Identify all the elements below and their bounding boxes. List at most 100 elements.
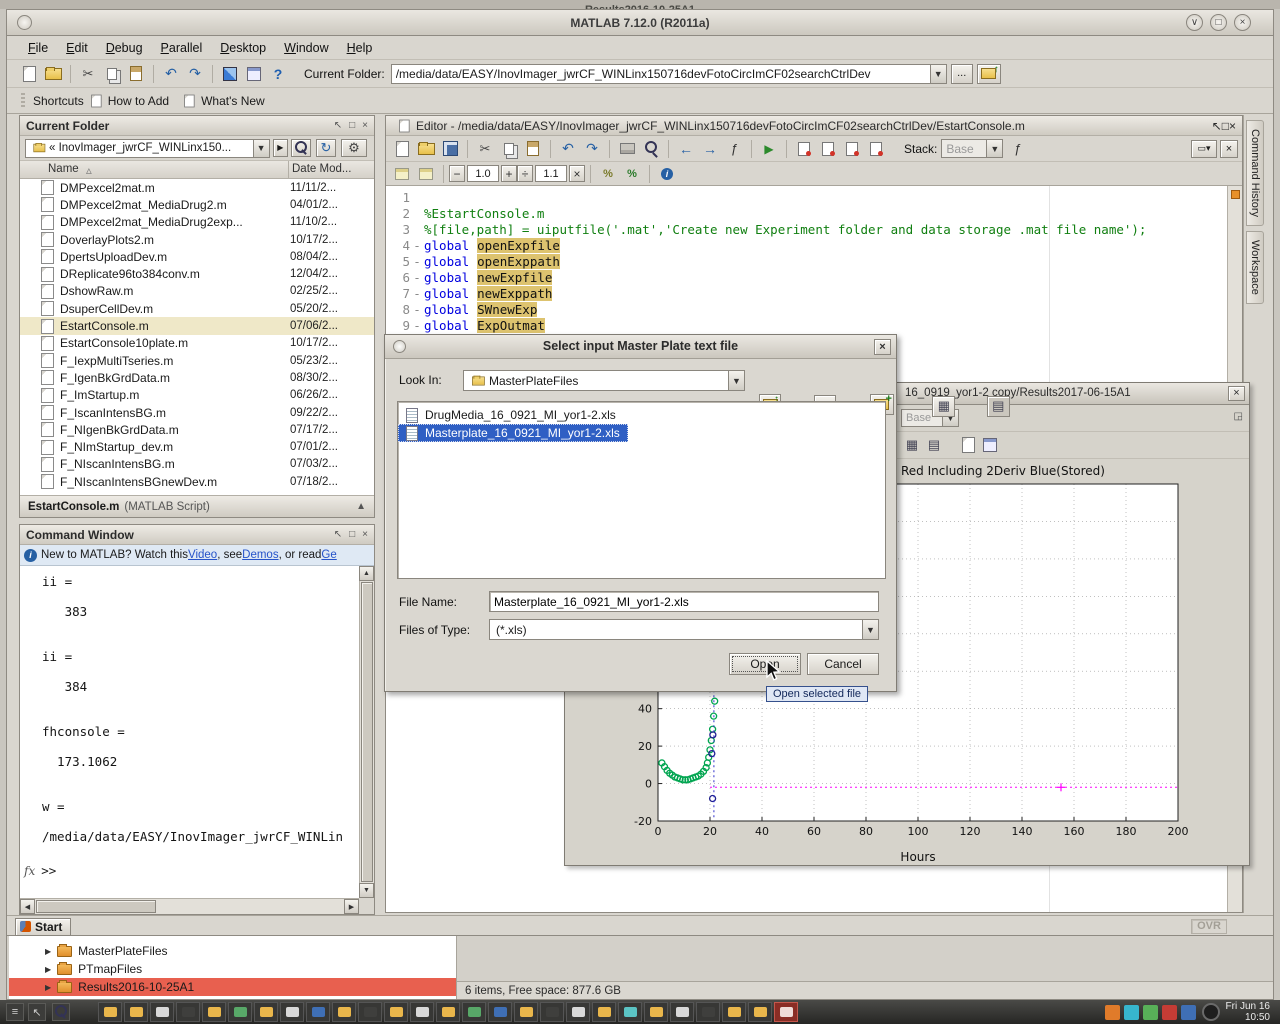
taskbar-window-button[interactable] <box>618 1002 642 1022</box>
dialog-file-masterplate[interactable]: Masterplate_16_0921_MI_yor1-2.xls <box>398 424 628 442</box>
file-row-dpertsuploaddev[interactable]: DpertsUploadDev.m 08/04/2... <box>20 248 374 265</box>
close-icon[interactable]: × <box>1229 119 1236 133</box>
taskbar-window-button[interactable] <box>540 1002 564 1022</box>
menu-debug[interactable]: Debug <box>97 38 152 58</box>
menu-edit[interactable]: Edit <box>57 38 97 58</box>
taskbar-window-button[interactable] <box>384 1002 408 1022</box>
cell-divider-icon[interactable] <box>416 164 436 184</box>
find-icon[interactable] <box>641 139 661 159</box>
chevron-down-icon[interactable]: ▼ <box>862 620 878 639</box>
dock-icon[interactable]: ◲ <box>1234 411 1243 422</box>
collapse-details-icon[interactable]: ▲ <box>356 501 366 512</box>
copy-icon[interactable] <box>499 139 519 159</box>
tray-icon-2[interactable] <box>1124 1005 1139 1020</box>
step-icon[interactable] <box>818 139 838 159</box>
multiply-icon[interactable]: × <box>569 165 585 182</box>
menu-parallel[interactable]: Parallel <box>152 38 212 58</box>
dialog-menu-icon[interactable] <box>393 340 406 353</box>
copy-icon[interactable] <box>102 64 122 84</box>
search-icon[interactable] <box>291 139 311 157</box>
tray-icon-5[interactable] <box>1181 1005 1196 1020</box>
undock-icon[interactable]: ↖ <box>334 529 342 540</box>
new-script-icon[interactable] <box>19 64 39 84</box>
shade-window-icon[interactable]: ∨ <box>1186 14 1203 31</box>
file-row-doverlayplots2[interactable]: DoverlayPlots2.m 10/17/2... <box>20 231 374 248</box>
save-icon[interactable] <box>440 139 460 159</box>
editor-titlebar[interactable]: Editor - /media/data/EASY/InovImager_jwr… <box>386 116 1242 136</box>
scroll-right-icon[interactable]: ▶ <box>344 899 359 914</box>
taskbar-window-button[interactable] <box>358 1002 382 1022</box>
dialog-file-list[interactable]: DrugMedia_16_0921_MI_yor1-2.xls Masterpl… <box>397 401 886 579</box>
doc-icon[interactable] <box>959 436 977 454</box>
redo-icon[interactable] <box>185 64 205 84</box>
taskbar-window-button[interactable] <box>306 1002 330 1022</box>
command-window-vscrollbar[interactable]: ▲ ▼ <box>359 566 374 898</box>
scrollbar-thumb[interactable] <box>36 900 156 913</box>
file-row-f-imstartup[interactable]: F_ImStartup.m 06/26/2... <box>20 387 374 404</box>
pointer-icon[interactable]: ↖ <box>28 1003 46 1021</box>
file-list-header[interactable]: Name ▵ Date Mod... <box>20 161 374 179</box>
redo-icon[interactable] <box>582 139 602 159</box>
expander-icon[interactable]: ▶ <box>45 947 51 956</box>
actions-gear-icon[interactable] <box>341 139 367 157</box>
grid-view-icon[interactable] <box>932 396 955 417</box>
taskbar-window-button[interactable] <box>566 1002 590 1022</box>
stack-combo[interactable]: Base ▼ <box>941 139 1003 158</box>
taskbar-window-button[interactable] <box>280 1002 304 1022</box>
step-in-icon[interactable] <box>842 139 862 159</box>
column-date[interactable]: Date Mod... <box>292 163 351 175</box>
command-window-hscrollbar[interactable]: ◀ ▶ <box>20 898 359 914</box>
divide-icon[interactable]: ÷ <box>517 165 533 182</box>
taskbar-clock[interactable]: Fri Jun 16 10:50 <box>1226 1001 1270 1023</box>
system-monitor-icon[interactable] <box>1202 1003 1220 1021</box>
tray-icon-1[interactable] <box>1105 1005 1120 1020</box>
file-row-estartconsole10plate[interactable]: EstartConsole10plate.m 10/17/2... <box>20 335 374 352</box>
file-row-f-iscanintensbg[interactable]: F_IscanIntensBG.m 09/22/2... <box>20 404 374 421</box>
chevron-down-icon[interactable]: ▼ <box>930 65 946 83</box>
grid-icon[interactable] <box>925 436 943 454</box>
expander-icon[interactable]: ▶ <box>45 983 51 992</box>
chevron-down-icon[interactable]: ▼ <box>253 140 269 157</box>
file-row-f-igenbkgrddata[interactable]: F_IgenBkGrdData.m 08/30/2... <box>20 369 374 386</box>
taskbar-window-button[interactable] <box>202 1002 226 1022</box>
file-row-dmpexcel2mat-mediadrug2exp[interactable]: DMPexcel2mat_MediaDrug2exp... 11/10/2... <box>20 214 374 231</box>
taskbar-window-button[interactable] <box>254 1002 278 1022</box>
chevron-down-icon[interactable]: ▼ <box>728 371 744 390</box>
shortcut-how-to-add[interactable]: How to Add <box>108 94 169 108</box>
taskbar-window-button[interactable] <box>462 1002 486 1022</box>
file-name-input[interactable] <box>489 591 879 612</box>
getting-started-link[interactable]: Ge <box>321 549 336 561</box>
taskbar-window-button-active[interactable] <box>774 1002 798 1022</box>
taskbar-window-button[interactable] <box>696 1002 720 1022</box>
close-editor-icon[interactable]: × <box>1220 140 1238 158</box>
taskbar-window-button[interactable] <box>436 1002 460 1022</box>
dialog-file-drugmedia[interactable]: DrugMedia_16_0921_MI_yor1-2.xls <box>398 406 885 424</box>
taskbar-window-button[interactable] <box>722 1002 746 1022</box>
breakpoint-icon[interactable] <box>794 139 814 159</box>
taskbar-window-button[interactable] <box>488 1002 512 1022</box>
tray-icon-3[interactable] <box>1143 1005 1158 1020</box>
up-one-folder-icon[interactable] <box>977 64 1001 84</box>
taskbar-window-button[interactable] <box>410 1002 434 1022</box>
file-row-f-nigenbkgrddata[interactable]: F_NIgenBkGrdData.m 07/17/2... <box>20 421 374 438</box>
taskbar-window-button[interactable] <box>332 1002 356 1022</box>
open-file-icon[interactable] <box>43 64 63 84</box>
file-row-estartconsole[interactable]: EstartConsole.m 07/06/2... <box>20 317 374 334</box>
undock-icon[interactable]: ↖ <box>1212 119 1222 133</box>
taskbar-window-button[interactable] <box>98 1002 122 1022</box>
cell-value-right[interactable]: 1.1 <box>535 165 567 182</box>
tray-icon-4[interactable] <box>1162 1005 1177 1020</box>
insert-cell-icon[interactable] <box>392 164 412 184</box>
paste-icon[interactable] <box>523 139 543 159</box>
maximize-icon[interactable]: □ <box>349 529 355 540</box>
expand-path-icon[interactable]: ▶ <box>273 139 288 157</box>
menu-help[interactable]: Help <box>338 38 382 58</box>
tab-command-history[interactable]: Command History <box>1246 120 1264 226</box>
table-icon[interactable] <box>903 436 921 454</box>
forward-icon[interactable] <box>700 139 720 159</box>
file-row-dreplicate96to384conv[interactable]: DReplicate96to384conv.m 12/04/2... <box>20 265 374 282</box>
command-output[interactable]: ii = 383 ii = 384 fhconsole = 173.1062 w… <box>20 566 359 898</box>
file-row-dmpexcel2mat[interactable]: DMPexcel2mat.m 11/11/2... <box>20 179 374 196</box>
taskbar-window-button[interactable] <box>150 1002 174 1022</box>
scroll-up-icon[interactable]: ▲ <box>359 566 374 581</box>
